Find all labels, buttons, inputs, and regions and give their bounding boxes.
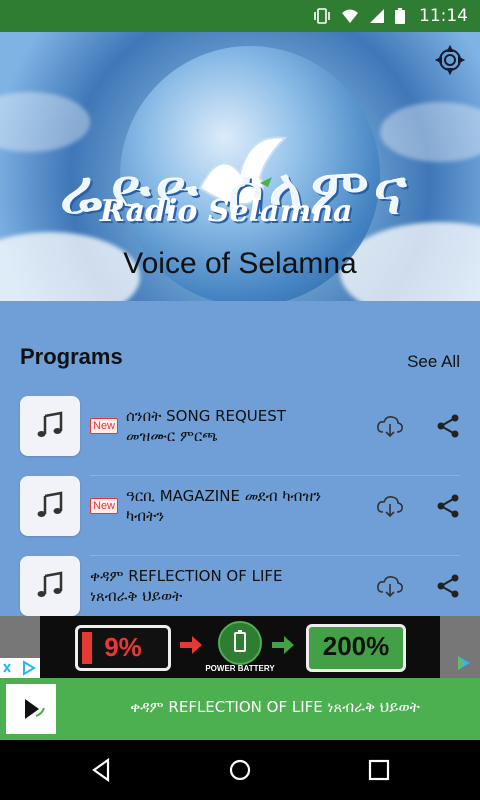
home-icon[interactable] [228,758,252,782]
recents-icon[interactable] [368,758,390,782]
program-title-line1: ዓርቢ MAGAZINE መደብ ካብዝን [126,487,322,505]
music-note-icon [37,491,63,517]
program-title-line1: ቀዳም REFLECTION OF LIFE [90,567,283,585]
battery-icon [395,8,405,24]
system-nav-bar [0,740,480,800]
program-title: ቀዳም REFLECTION OF LIFE ነጸብራቅ ህይወት [90,566,370,606]
program-thumbnail [20,476,80,536]
program-title: ዓርቢ MAGAZINE መደብ ካብዝን ካብትን [126,486,366,526]
program-row[interactable]: New ዓርቢ MAGAZINE መደብ ካብዝን ካብትን [20,476,460,556]
program-title-line2: መዝሙር ምርጫ [126,427,218,445]
ad-percent-low: 9% [104,632,142,662]
signal-icon [369,8,385,24]
now-playing-title: ቀዳም REFLECTION OF LIFE ነጸብራቅ ህይወት [130,698,420,716]
share-button[interactable] [436,572,460,600]
battery-low-graphic: 9% [75,625,171,671]
adchoices-button[interactable] [0,658,40,678]
back-icon[interactable] [90,758,112,782]
google-play-icon [458,656,470,670]
arrow-right-icon [272,636,294,654]
share-icon [437,414,459,438]
share-button[interactable] [436,412,460,440]
play-icon[interactable] [6,684,56,734]
download-button[interactable] [376,572,404,600]
battery-full-graphic: 200% [306,624,406,672]
adchoices-icon [3,660,36,676]
clock: 11:14 [419,6,468,26]
program-thumbnail [20,396,80,456]
station-logo: ሬድዮ ሰላምና Radio Selamna [60,150,420,230]
music-note-icon [37,411,63,437]
battery-app-icon [218,621,262,665]
program-title-line1: ሰንበት SONG REQUEST [126,407,286,425]
ad-banner[interactable]: 9% POWER BATTERY 200% [0,616,480,678]
program-row[interactable]: New ሰንበት SONG REQUEST መዝሙር ምርጫ [20,396,460,476]
ad-brand: POWER BATTERY [205,664,275,673]
status-bar: 11:14 [0,0,480,32]
program-title-line2: ካብትን [126,507,165,525]
program-thumbnail [20,556,80,616]
new-badge: New [90,418,119,434]
now-playing-artwork [6,684,56,734]
settings-button[interactable] [434,44,466,76]
cloud-download-icon [377,496,403,518]
share-button[interactable] [436,492,460,520]
see-all-link[interactable]: See All [407,352,460,372]
station-tagline: Voice of Selamna [123,247,357,280]
download-button[interactable] [376,412,404,440]
now-playing-bar[interactable]: ቀዳም REFLECTION OF LIFE ነጸብራቅ ህይወት [0,678,480,740]
music-note-icon [37,571,63,597]
download-button[interactable] [376,492,404,520]
new-badge: New [90,498,119,514]
program-title: ሰንበት SONG REQUEST መዝሙር ምርጫ [126,406,366,446]
programs-title: Programs [20,344,123,369]
header-banner: ሬድዮ ሰላምና Radio Selamna Voice of Selamna [0,32,480,301]
programs-header: Programs See All [20,344,460,376]
program-title-line2: ነጸብራቅ ህይወት [90,587,183,605]
cloud-download-icon [377,416,403,438]
share-icon [437,574,459,598]
wifi-icon [341,8,359,24]
logo-subtext: Radio Selamna [100,194,353,229]
ad-creative[interactable]: 9% POWER BATTERY 200% [40,616,470,678]
ad-percent-high: 200% [322,631,390,661]
cloud-download-icon [377,576,403,598]
share-icon [437,494,459,518]
arrow-right-icon [180,636,202,654]
gear-icon [434,44,466,76]
vibrate-icon [313,8,331,24]
